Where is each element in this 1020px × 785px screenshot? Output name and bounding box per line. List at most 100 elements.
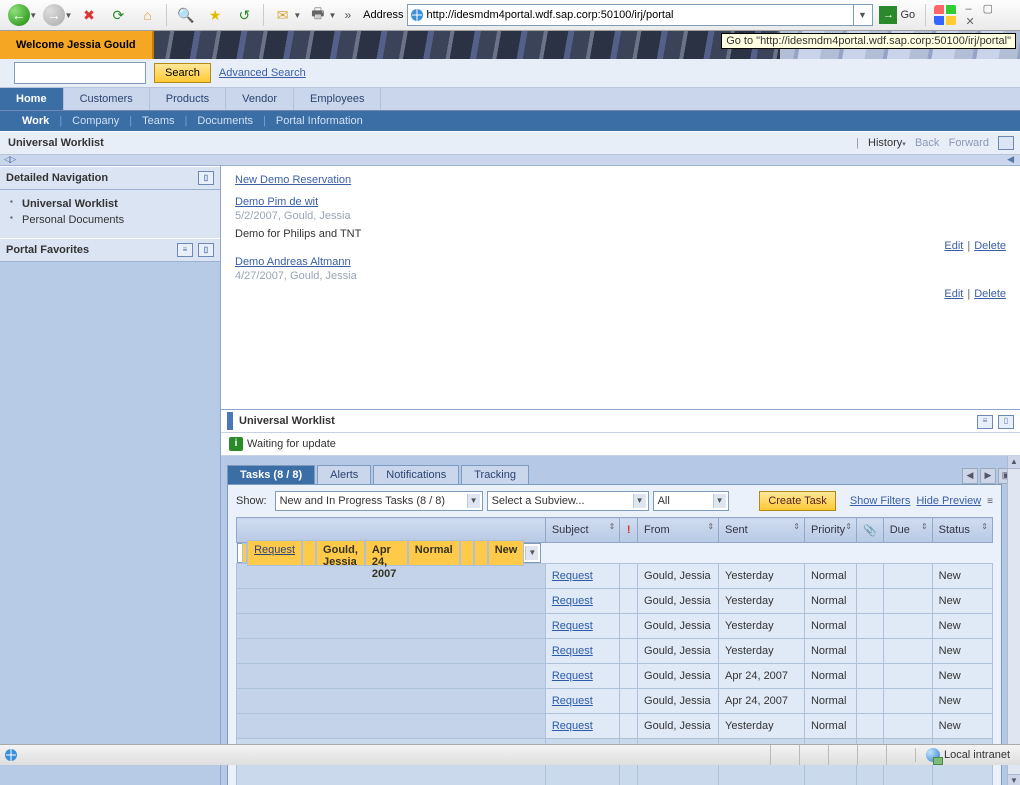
col-status[interactable]: Status⇕ bbox=[932, 518, 992, 543]
col-importance[interactable]: ! bbox=[620, 518, 638, 543]
col-priority[interactable]: Priority⇕ bbox=[804, 518, 856, 543]
back-history-dropdown[interactable]: ▼ bbox=[29, 11, 37, 20]
search-button[interactable]: 🔍 bbox=[172, 1, 199, 29]
cell-subject[interactable]: Request bbox=[545, 664, 620, 689]
uwl-collapse-icon[interactable]: ▯ bbox=[998, 415, 1014, 429]
demo-1-delete[interactable]: Delete bbox=[974, 240, 1006, 252]
table-row[interactable]: RequestGould, JessiaApr 24, 2007NormalNe… bbox=[237, 664, 993, 689]
history-link[interactable]: History bbox=[868, 137, 902, 149]
favorites-options-icon[interactable]: ≡ bbox=[177, 243, 193, 257]
table-row[interactable]: RequestGould, JessiaYesterdayNormalNew bbox=[237, 639, 993, 664]
topnav-tab-employees[interactable]: Employees bbox=[294, 88, 381, 110]
show-filters-link[interactable]: Show Filters bbox=[850, 495, 911, 507]
filter-all-select[interactable]: All bbox=[653, 491, 729, 511]
scroll-up-icon[interactable]: ▲ bbox=[1008, 456, 1020, 469]
forward-history-dropdown[interactable]: ▼ bbox=[64, 11, 72, 20]
uwl-tab-notifications[interactable]: Notifications bbox=[373, 465, 459, 484]
page-options-icon[interactable] bbox=[998, 136, 1014, 150]
table-row[interactable]: RequestGould, JessiaYesterdayNormalNew bbox=[237, 714, 993, 739]
address-bar[interactable]: ▼ bbox=[407, 4, 873, 26]
uwl-options-icon[interactable]: ≡ bbox=[977, 415, 993, 429]
demo-2-edit[interactable]: Edit bbox=[944, 288, 963, 300]
portal-search-button[interactable]: Search bbox=[154, 63, 211, 83]
filter-tasks-select[interactable]: New and In Progress Tasks (8 / 8) bbox=[275, 491, 483, 511]
row-handle[interactable] bbox=[237, 664, 546, 689]
task-link[interactable]: Request bbox=[552, 595, 593, 607]
nav-item-personal-documents[interactable]: Personal Documents bbox=[8, 212, 212, 228]
cell-subject[interactable]: Request bbox=[545, 689, 620, 714]
home-button[interactable]: ⌂ bbox=[134, 1, 161, 29]
topnav-tab-products[interactable]: Products bbox=[150, 88, 226, 110]
back-button[interactable]: ← bbox=[5, 1, 32, 29]
uwl-options-dropdown[interactable]: ≡ bbox=[987, 496, 993, 507]
task-link[interactable]: Request bbox=[552, 570, 593, 582]
uwl-tab-tracking[interactable]: Tracking bbox=[461, 465, 529, 484]
cell-subject[interactable]: Request bbox=[545, 714, 620, 739]
col-sent[interactable]: Sent⇕ bbox=[719, 518, 805, 543]
refresh-button[interactable]: ⟳ bbox=[105, 1, 132, 29]
subnav-portalinfo[interactable]: Portal Information bbox=[266, 115, 373, 127]
uwl-tab-alerts[interactable]: Alerts bbox=[317, 465, 371, 484]
demo-2-title[interactable]: Demo Andreas Altmann bbox=[235, 256, 351, 268]
subnav-documents[interactable]: Documents bbox=[187, 115, 263, 127]
window-controls[interactable]: – ▢ ✕ bbox=[965, 2, 1015, 28]
go-button[interactable]: → Go bbox=[879, 6, 915, 24]
history-button[interactable]: ↺ bbox=[231, 1, 258, 29]
mail-dropdown[interactable]: ▼ bbox=[293, 11, 301, 20]
demo-1-title[interactable]: Demo Pim de wit bbox=[235, 196, 318, 208]
nav-collapse-icon[interactable]: ▯ bbox=[198, 171, 214, 185]
demo-1-edit[interactable]: Edit bbox=[944, 240, 963, 252]
uwl-scrollbar[interactable]: ▲ ▼ bbox=[1007, 456, 1020, 785]
print-button[interactable]: 🖶 bbox=[304, 1, 331, 29]
topnav-tab-home[interactable]: Home bbox=[0, 88, 64, 110]
col-attach[interactable]: 📎 bbox=[856, 518, 883, 543]
history-forward[interactable]: Forward bbox=[949, 137, 989, 149]
new-demo-reservation-link[interactable]: New Demo Reservation bbox=[235, 174, 351, 186]
cell-subject[interactable]: Request bbox=[545, 614, 620, 639]
print-dropdown[interactable]: ▼ bbox=[329, 11, 337, 20]
advanced-search-link[interactable]: Advanced Search bbox=[219, 67, 306, 79]
subnav-work[interactable]: Work bbox=[12, 115, 59, 127]
row-handle[interactable] bbox=[237, 714, 546, 739]
address-dropdown[interactable]: ▼ bbox=[853, 5, 870, 25]
row-handle[interactable] bbox=[237, 639, 546, 664]
scroll-down-icon[interactable]: ▼ bbox=[1008, 774, 1020, 785]
portal-search-input[interactable] bbox=[14, 62, 146, 84]
subnav-teams[interactable]: Teams bbox=[132, 115, 184, 127]
task-link[interactable]: Request bbox=[254, 544, 295, 556]
table-row[interactable]: RequestGould, JessiaYesterdayNormalNew bbox=[237, 589, 993, 614]
cell-subject[interactable]: Request bbox=[545, 589, 620, 614]
col-from[interactable]: From⇕ bbox=[638, 518, 719, 543]
subnav-company[interactable]: Company bbox=[62, 115, 129, 127]
topnav-tab-customers[interactable]: Customers bbox=[64, 88, 150, 110]
table-row[interactable]: RequestGould, JessiaYesterdayNormalNew bbox=[237, 614, 993, 639]
stop-button[interactable]: ✖ bbox=[75, 1, 102, 29]
topnav-tab-vendor[interactable]: Vendor bbox=[226, 88, 294, 110]
nav-item-universal-worklist[interactable]: Universal Worklist bbox=[8, 196, 212, 212]
row-handle[interactable] bbox=[237, 614, 546, 639]
address-input[interactable] bbox=[424, 8, 853, 22]
cell-subject[interactable]: Request bbox=[545, 639, 620, 664]
create-task-button[interactable]: Create Task bbox=[759, 491, 836, 511]
col-due[interactable]: Due⇕ bbox=[883, 518, 932, 543]
hide-preview-link[interactable]: Hide Preview bbox=[916, 495, 981, 507]
history-back[interactable]: Back bbox=[915, 137, 939, 149]
task-link[interactable]: Request bbox=[552, 695, 593, 707]
mail-button[interactable]: ✉ bbox=[269, 1, 296, 29]
uwl-tab-prev[interactable]: ◀ bbox=[962, 468, 978, 484]
filter-subview-select[interactable]: Select a Subview... bbox=[487, 491, 649, 511]
table-row[interactable]: RequestGould, JessiaApr 24, 2007NormalNe… bbox=[237, 689, 993, 714]
favorites-collapse-icon[interactable]: ▯ bbox=[198, 243, 214, 257]
nav-collapse-handle[interactable] bbox=[0, 155, 1020, 166]
task-link[interactable]: Request bbox=[552, 620, 593, 632]
col-subject[interactable]: Subject⇕ bbox=[545, 518, 620, 543]
row-handle[interactable] bbox=[237, 689, 546, 714]
task-link[interactable]: Request bbox=[552, 670, 593, 682]
security-zone[interactable]: Local intranet bbox=[915, 748, 1020, 762]
uwl-tab-tasks[interactable]: Tasks (8 / 8) bbox=[227, 465, 315, 484]
cell-subject[interactable]: Request bbox=[545, 564, 620, 589]
toolbar-overflow[interactable]: » bbox=[344, 8, 351, 22]
table-row[interactable]: RequestGould, JessiaApr 24, 2007NormalNe… bbox=[237, 543, 542, 563]
row-handle[interactable] bbox=[237, 589, 546, 614]
demo-2-delete[interactable]: Delete bbox=[974, 288, 1006, 300]
